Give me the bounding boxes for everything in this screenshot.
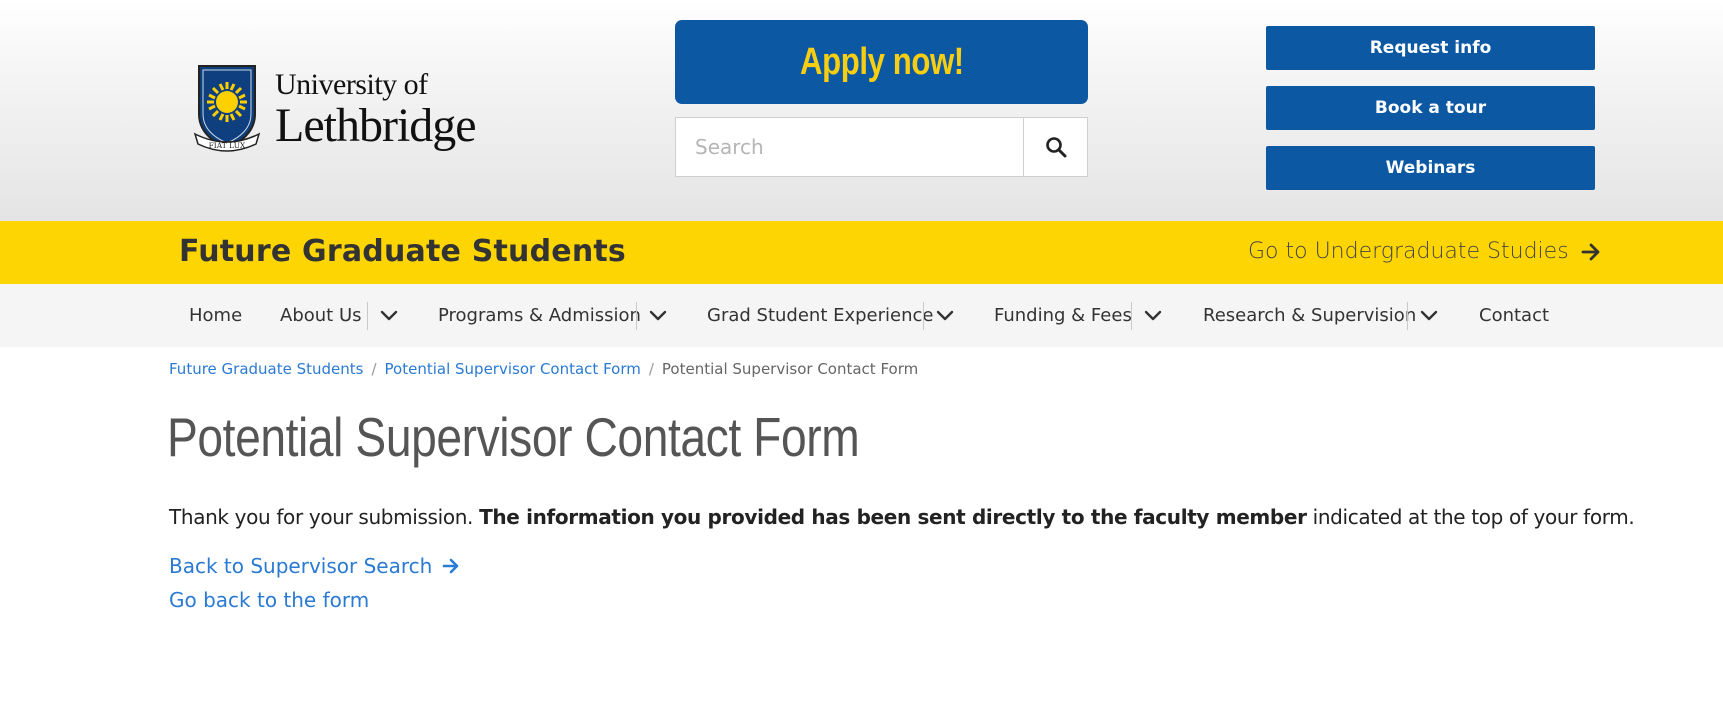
nav-programs-admission-toggle[interactable] <box>644 284 672 347</box>
page-title-text: Potential Supervisor Contact Form <box>167 406 860 468</box>
nav-item-programs-admission[interactable]: Programs & Admission <box>438 284 641 347</box>
breadcrumb-current: Potential Supervisor Contact Form <box>661 360 919 378</box>
nav-item-about-us[interactable]: About Us <box>280 284 362 347</box>
nav-item-research-supervision[interactable]: Research & Supervision <box>1203 284 1416 347</box>
nav-divider <box>1407 302 1408 330</box>
nav-about-us-toggle[interactable] <box>375 284 403 347</box>
request-info-button[interactable]: Request info <box>1266 26 1595 70</box>
crest-logo: FIAT LUX <box>193 65 261 152</box>
chevron-down-icon <box>1420 310 1438 320</box>
chevron-down-icon <box>1144 310 1162 320</box>
nav-item-grad-student-experience[interactable]: Grad Student Experience <box>707 284 934 347</box>
book-tour-button[interactable]: Book a tour <box>1266 86 1595 130</box>
nav-divider <box>636 302 637 330</box>
confirmation-suffix: indicated at the top of your form. <box>1306 505 1635 529</box>
nav-divider <box>923 302 924 330</box>
breadcrumb-link-contact-form[interactable]: Potential Supervisor Contact Form <box>385 360 641 378</box>
crest-motto: FIAT LUX <box>209 141 246 150</box>
confirmation-message: Thank you for your submission. The infor… <box>169 505 1635 529</box>
chevron-down-icon <box>649 310 667 320</box>
nav-research-supervision-toggle[interactable] <box>1415 284 1443 347</box>
breadcrumb: Future Graduate Students / Potential Sup… <box>169 360 918 378</box>
chevron-down-icon <box>380 310 398 320</box>
nav-grad-student-experience-toggle[interactable] <box>931 284 959 347</box>
section-title: Future Graduate Students <box>179 234 626 269</box>
logo-line2: Lethbridge <box>275 99 477 152</box>
undergrad-studies-label: Go to Undergraduate Studies <box>1248 239 1569 264</box>
search-button[interactable] <box>1023 118 1087 176</box>
breadcrumb-link-future-grad[interactable]: Future Graduate Students <box>169 360 363 378</box>
logo-wordmark: University of Lethbridge <box>275 68 477 152</box>
back-to-search-link[interactable]: Back to Supervisor Search <box>169 554 460 578</box>
search-input[interactable] <box>676 118 1023 176</box>
breadcrumb-separator: / <box>371 360 377 378</box>
undergrad-studies-link[interactable]: Go to Undergraduate Studies <box>1248 239 1601 264</box>
back-to-form-link[interactable]: Go back to the form <box>169 588 369 612</box>
nav-divider <box>1131 302 1132 330</box>
apply-now-label: Apply now! <box>799 40 964 83</box>
section-bar: Future Graduate Students Go to Undergrad… <box>0 221 1723 284</box>
breadcrumb-separator: / <box>648 360 654 378</box>
site-header: FIAT LUX University of Lethbridge Apply … <box>0 0 1723 221</box>
main-nav: Home About Us Programs & Admission Grad … <box>0 284 1723 347</box>
logo-line1: University of <box>275 68 428 101</box>
arrow-right-icon <box>1581 243 1600 260</box>
arrow-right-icon <box>442 558 459 574</box>
search-box <box>675 117 1088 177</box>
chevron-down-icon <box>936 310 954 320</box>
confirmation-emphasis: The information you provided has been se… <box>479 505 1307 529</box>
nav-item-home[interactable]: Home <box>189 284 242 347</box>
nav-funding-fees-toggle[interactable] <box>1139 284 1167 347</box>
apply-now-button[interactable]: Apply now! <box>675 20 1088 104</box>
search-icon <box>1045 137 1066 158</box>
page-title: Potential Supervisor Contact Form <box>167 405 991 469</box>
nav-item-contact[interactable]: Contact <box>1479 284 1549 347</box>
webinars-button[interactable]: Webinars <box>1266 146 1595 190</box>
nav-item-funding-fees[interactable]: Funding & Fees <box>994 284 1132 347</box>
nav-divider <box>367 302 368 330</box>
university-logo[interactable]: FIAT LUX University of Lethbridge <box>193 62 477 156</box>
back-to-search-label: Back to Supervisor Search <box>169 554 433 578</box>
confirmation-prefix: Thank you for your submission. <box>169 505 480 529</box>
